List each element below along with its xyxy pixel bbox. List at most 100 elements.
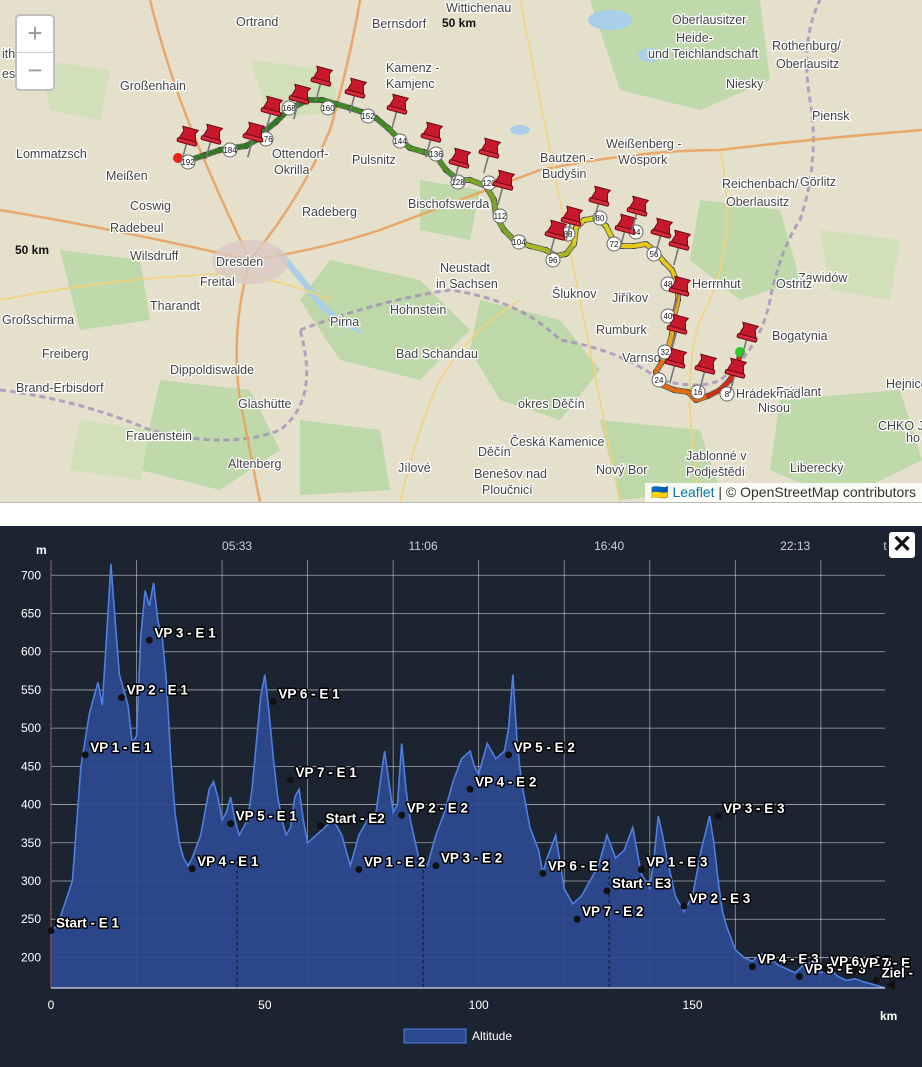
waypoint-dot[interactable] bbox=[851, 966, 859, 974]
km-marker-label: 104 bbox=[512, 238, 526, 247]
waypoint-label: VP 3 - E 3 bbox=[723, 801, 785, 816]
waypoint-dot[interactable] bbox=[287, 776, 295, 784]
waypoint-dot[interactable] bbox=[355, 866, 363, 874]
map-place-label: okres Děčín bbox=[518, 397, 585, 411]
waypoint-dot[interactable] bbox=[227, 820, 235, 828]
map-place-label: Oberlausitz bbox=[776, 57, 839, 71]
km-marker-label: 160 bbox=[321, 104, 335, 113]
elevation-chart[interactable]: 200 250 300 350 400 450 500 550 600 650 700 0 50 100 1… bbox=[0, 526, 922, 1067]
km-marker-label: 40 bbox=[664, 312, 673, 321]
waypoint-dot[interactable] bbox=[714, 812, 722, 820]
time-tick-label: t bbox=[883, 539, 887, 553]
km-marker-label: 136 bbox=[429, 150, 443, 159]
map-place-label: Ottendorf- bbox=[272, 147, 328, 161]
map-place-label: Wilsdruff bbox=[130, 249, 179, 263]
map-place-label: Piensk bbox=[812, 109, 850, 123]
map-place-label: Oberlausitz bbox=[726, 195, 789, 209]
map-place-label: Altenberg bbox=[228, 457, 282, 471]
close-profile-button[interactable]: ✕ bbox=[889, 532, 915, 558]
waypoint-dot[interactable] bbox=[795, 973, 803, 981]
map-place-label: Reichenbach/ bbox=[722, 177, 799, 191]
map-place-label: Kamenz - bbox=[386, 61, 440, 75]
waypoint-dot[interactable] bbox=[748, 963, 756, 971]
waypoint-label: VP 6 - E 2 bbox=[548, 858, 609, 873]
route-map[interactable]: Wittichenau Ortrand Bernsdorf Oberlausitzer… bbox=[0, 0, 922, 503]
map-place-label: Radebeul bbox=[110, 221, 164, 235]
map-place-label: Bischofswerda bbox=[408, 197, 489, 211]
map-place-label: Hejnice bbox=[886, 377, 922, 391]
map-place-label: Kamjenc bbox=[386, 77, 435, 91]
osm-attribution-link[interactable]: © OpenStreetMap contributors bbox=[726, 484, 916, 500]
map-place-label: Šluknov bbox=[552, 286, 597, 301]
map-place-label: Wóspork bbox=[618, 153, 668, 167]
waypoint-dot[interactable] bbox=[398, 811, 406, 819]
time-tick-label: 16:40 bbox=[594, 539, 624, 553]
waypoint-dot[interactable] bbox=[269, 697, 277, 705]
map-place-label: Niesky bbox=[726, 77, 764, 91]
waypoint-dot[interactable] bbox=[505, 751, 513, 759]
map-scale-label-top: 50 km bbox=[442, 16, 476, 30]
waypoint-dot[interactable] bbox=[188, 865, 196, 873]
map-place-label: Meißen bbox=[106, 169, 148, 183]
route-segment[interactable] bbox=[672, 388, 690, 394]
y-tick-label: 500 bbox=[21, 721, 41, 735]
zoom-out-button[interactable]: − bbox=[17, 53, 53, 89]
waypoint-label: VP 2 - E 2 bbox=[407, 800, 468, 815]
map-place-label: in Sachsen bbox=[436, 277, 498, 291]
km-marker-label: 96 bbox=[549, 256, 558, 265]
waypoint-dot[interactable] bbox=[603, 887, 611, 895]
map-place-label: Jablonné v bbox=[686, 449, 747, 463]
waypoint-dot[interactable] bbox=[680, 902, 688, 910]
waypoint-dot[interactable] bbox=[539, 869, 547, 877]
waypoint-label: VP 1 - E 2 bbox=[364, 855, 425, 870]
map-place-label: Nisou bbox=[758, 401, 790, 415]
waypoint-label: VP 4 - E 2 bbox=[475, 774, 536, 789]
waypoint-dot[interactable] bbox=[872, 976, 880, 984]
waypoint-dot[interactable] bbox=[81, 751, 89, 759]
y-tick-label: 600 bbox=[21, 645, 41, 659]
waypoint-label: VP 2 - E 3 bbox=[689, 891, 751, 906]
waypoint-dot[interactable] bbox=[466, 785, 474, 793]
map-tiles[interactable]: Wittichenau Ortrand Bernsdorf Oberlausitzer… bbox=[0, 0, 922, 502]
map-place-label: Großenhain bbox=[120, 79, 186, 93]
map-place-label: Nový Bor bbox=[596, 463, 647, 477]
zoom-in-button[interactable]: + bbox=[17, 16, 53, 53]
map-place-label: ho bbox=[906, 431, 920, 445]
waypoint-dot[interactable] bbox=[316, 822, 324, 830]
map-place-label: Görlitz bbox=[800, 175, 836, 189]
legend-swatch[interactable] bbox=[403, 1028, 467, 1044]
leaflet-link[interactable]: Leaflet bbox=[672, 484, 714, 500]
time-tick-label: 22:13 bbox=[780, 539, 810, 553]
map-place-label: Lommatzsch bbox=[16, 147, 87, 161]
waypoint-dot[interactable] bbox=[573, 915, 581, 923]
legend-label[interactable]: Altitude bbox=[472, 1029, 512, 1043]
waypoint-dot[interactable] bbox=[118, 694, 126, 702]
map-place-label: Freiberg bbox=[42, 347, 89, 361]
waypoint-label: VP 7 - E 1 bbox=[296, 765, 358, 780]
map-place-label: Rothenburg/ bbox=[772, 39, 841, 53]
map-place-label: Brand-Erbisdorf bbox=[16, 381, 104, 395]
y-tick-label: 700 bbox=[21, 568, 41, 582]
km-marker-label: 112 bbox=[494, 212, 507, 221]
x-tick-label: 50 bbox=[258, 998, 272, 1012]
map-place-label: Děčín bbox=[478, 445, 511, 459]
km-marker-label: 152 bbox=[361, 112, 375, 121]
waypoint-dot[interactable] bbox=[145, 636, 153, 644]
map-place-label: Jiříkov bbox=[612, 291, 649, 305]
altitude-area[interactable] bbox=[50, 560, 886, 989]
x-unit-label: km bbox=[880, 1009, 897, 1023]
km-marker-label: 16 bbox=[694, 388, 703, 397]
map-attribution: 🇺🇦 Leaflet | © OpenStreetMap contributor… bbox=[645, 483, 922, 502]
km-marker-label: 56 bbox=[650, 250, 659, 259]
waypoint-label: VP 7 - E 2 bbox=[582, 904, 643, 919]
waypoint-dot[interactable] bbox=[821, 965, 829, 973]
map-place-label: Česká Kamenice bbox=[510, 434, 605, 449]
waypoint-label: VP 3 - E 1 bbox=[154, 625, 216, 640]
zoom-control: + − bbox=[15, 14, 55, 91]
waypoint-dot[interactable] bbox=[637, 866, 645, 874]
x-tick-label: 150 bbox=[683, 998, 703, 1012]
km-marker-label: 32 bbox=[661, 348, 670, 357]
waypoint-dot[interactable] bbox=[47, 927, 55, 935]
waypoint-dot[interactable] bbox=[432, 862, 440, 870]
km-marker-label: 80 bbox=[596, 214, 605, 223]
